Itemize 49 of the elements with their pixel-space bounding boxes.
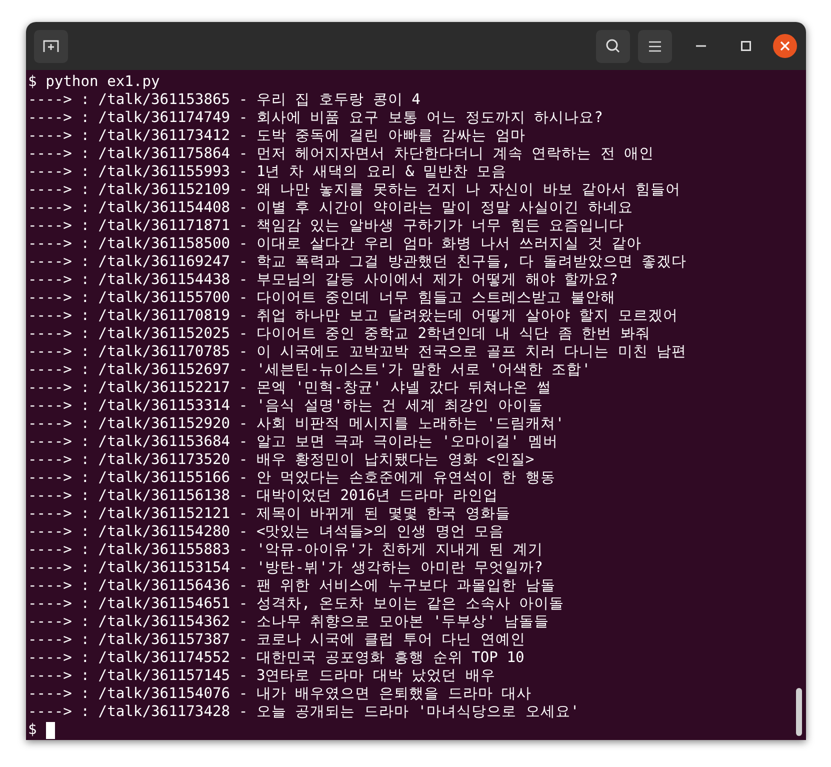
output-line: ----> : /talk/361157387 - 코로나 시국에 클럽 투어 다닌 연예인 [28,631,526,649]
shell-prompt: $ [28,721,37,739]
output-line: ----> : /talk/361153865 - 우리 집 호두랑 콩이 4 [28,91,420,109]
output-line: ----> : /talk/361174749 - 회사에 비품 요구 보통 어느 정도까지 하시나요? [28,109,603,127]
output-line: ----> : /talk/361155993 - 1년 차 새댁의 요리 & 밑반찬 모음 [28,163,507,181]
output-line: ----> : /talk/361175864 - 먼저 헤어지자면서 차단한다더니 계속 연락하는 전 애인 [28,145,654,163]
output-line: ----> : /talk/361170819 - 취업 하나만 보고 달려왔는데 어떻게 살아야 할지 모르겠어 [28,307,678,325]
output-line: ----> : /talk/361154076 - 내가 배우였으면 은퇴했을 드라마 대사 [28,685,532,703]
new-tab-icon [43,38,59,54]
output-line: ----> : /talk/361158500 - 이대로 살다간 우리 엄마 화병 나서 쓰러지실 것 같아 [28,235,642,253]
close-button[interactable] [773,34,797,58]
output-line: ----> : /talk/361155883 - '악뮤-아이유'가 친하게 지내게 된 계기 [28,541,543,559]
menu-icon [649,40,661,52]
output-line: ----> : /talk/361154280 - <맛있는 녀석들>의 인생 명언 모음 [28,523,504,541]
search-icon [605,38,621,54]
output-line: ----> : /talk/361174552 - 대한민국 공포영화 흥행 순위 TOP 10 [28,649,524,667]
output-line: ----> : /talk/361173520 - 배우 황정민이 납치됐다는 영화 <인질> [28,451,534,469]
output-line: ----> : /talk/361155700 - 다이어트 중인데 너무 힘들고 스트레스받고 불안해 [28,289,616,307]
output-line: ----> : /talk/361157145 - 3연타로 드라마 대박 났었던 배우 [28,667,496,685]
output-line: ----> : /talk/361153154 - '방탄-뷔'가 생각하는 아미란 무엇일까? [28,559,543,577]
output-line: ----> : /talk/361153684 - 알고 보면 극과 극이라는 '오마이걸' 멤버 [28,433,558,451]
output-line: ----> : /talk/361152121 - 제목이 바뀌게 된 몇몇 한국 영화들 [28,505,510,523]
menu-button[interactable] [638,30,672,62]
output-line: ----> : /talk/361156138 - 대박이었던 2016년 드라마 라인업 [28,487,498,505]
output-line: ----> : /talk/361152697 - '세븐틴-뉴이스트'가 말한 서로 '어색한 조합' [28,361,591,379]
output-line: ----> : /talk/361152025 - 다이어트 중인 중학교 2학년인데 내 식단 좀 한번 봐줘 [28,325,651,343]
output-line: ----> : /talk/361155166 - 안 먹었다는 손호준에게 유연석이 한 행동 [28,469,556,487]
maximize-icon [741,41,751,51]
text-cursor [46,722,55,738]
scrollbar-thumb[interactable] [796,688,802,736]
output-line: ----> : /talk/361170785 - 이 시국에도 꼬박꼬박 전국으로 골프 치러 다니는 미친 남편 [28,343,687,361]
output-line: ----> : /talk/361152109 - 왜 나만 놓지를 못하는 건지 나 자신이 바보 같아서 힘들어 [28,181,681,199]
output-line: ----> : /talk/361154408 - 이별 후 시간이 약이라는 말이 정말 사실이긴 하네요 [28,199,633,217]
output-line: ----> : /talk/361171871 - 책임감 있는 알바생 구하기가 너무 힘든 요즘입니다 [28,217,624,235]
search-button[interactable] [596,30,630,62]
output-line: ----> : /talk/361173412 - 도박 중독에 걸린 아빠를 감싸는 엄마 [28,127,526,145]
output-line: ----> : /talk/361153314 - '음식 설명'하는 건 세계 최강인 아이돌 [28,397,543,415]
output-line: $ python ex1.py [28,73,160,91]
output-line: ----> : /talk/361156436 - 팬 위한 서비스에 누구보다 과몰입한 남돌 [28,577,556,595]
output-line: ----> : /talk/361154438 - 부모님의 갈등 사이에서 제가 어떻게 해야 할까요? [28,271,618,289]
output-line: ----> : /talk/361152217 - 몬엑 '민혁-창균' 샤넬 갔다 뒤쳐나온 썰 [28,379,552,397]
minimize-icon [696,45,706,47]
output-line: ----> : /talk/361152920 - 사회 비판적 메시지를 노래하는 '드림캐쳐' [28,415,564,433]
output-line: ----> : /talk/361154362 - 소나무 취향으로 모아본 '두부상' 남돌들 [28,613,550,631]
output-line: ----> : /talk/361169247 - 학교 폭력과 그걸 방관했던 친구들, 다 돌려받았으면 좋겠다 [28,253,687,271]
new-tab-button[interactable] [34,30,68,62]
close-icon [780,41,790,51]
output-line: ----> : /talk/361154651 - 성격차, 온도차 보이는 같은 소속사 아이돌 [28,595,564,613]
output-line: ----> : /talk/361173428 - 오늘 공개되는 드라마 '마녀식당으로 오세요' [28,703,580,721]
